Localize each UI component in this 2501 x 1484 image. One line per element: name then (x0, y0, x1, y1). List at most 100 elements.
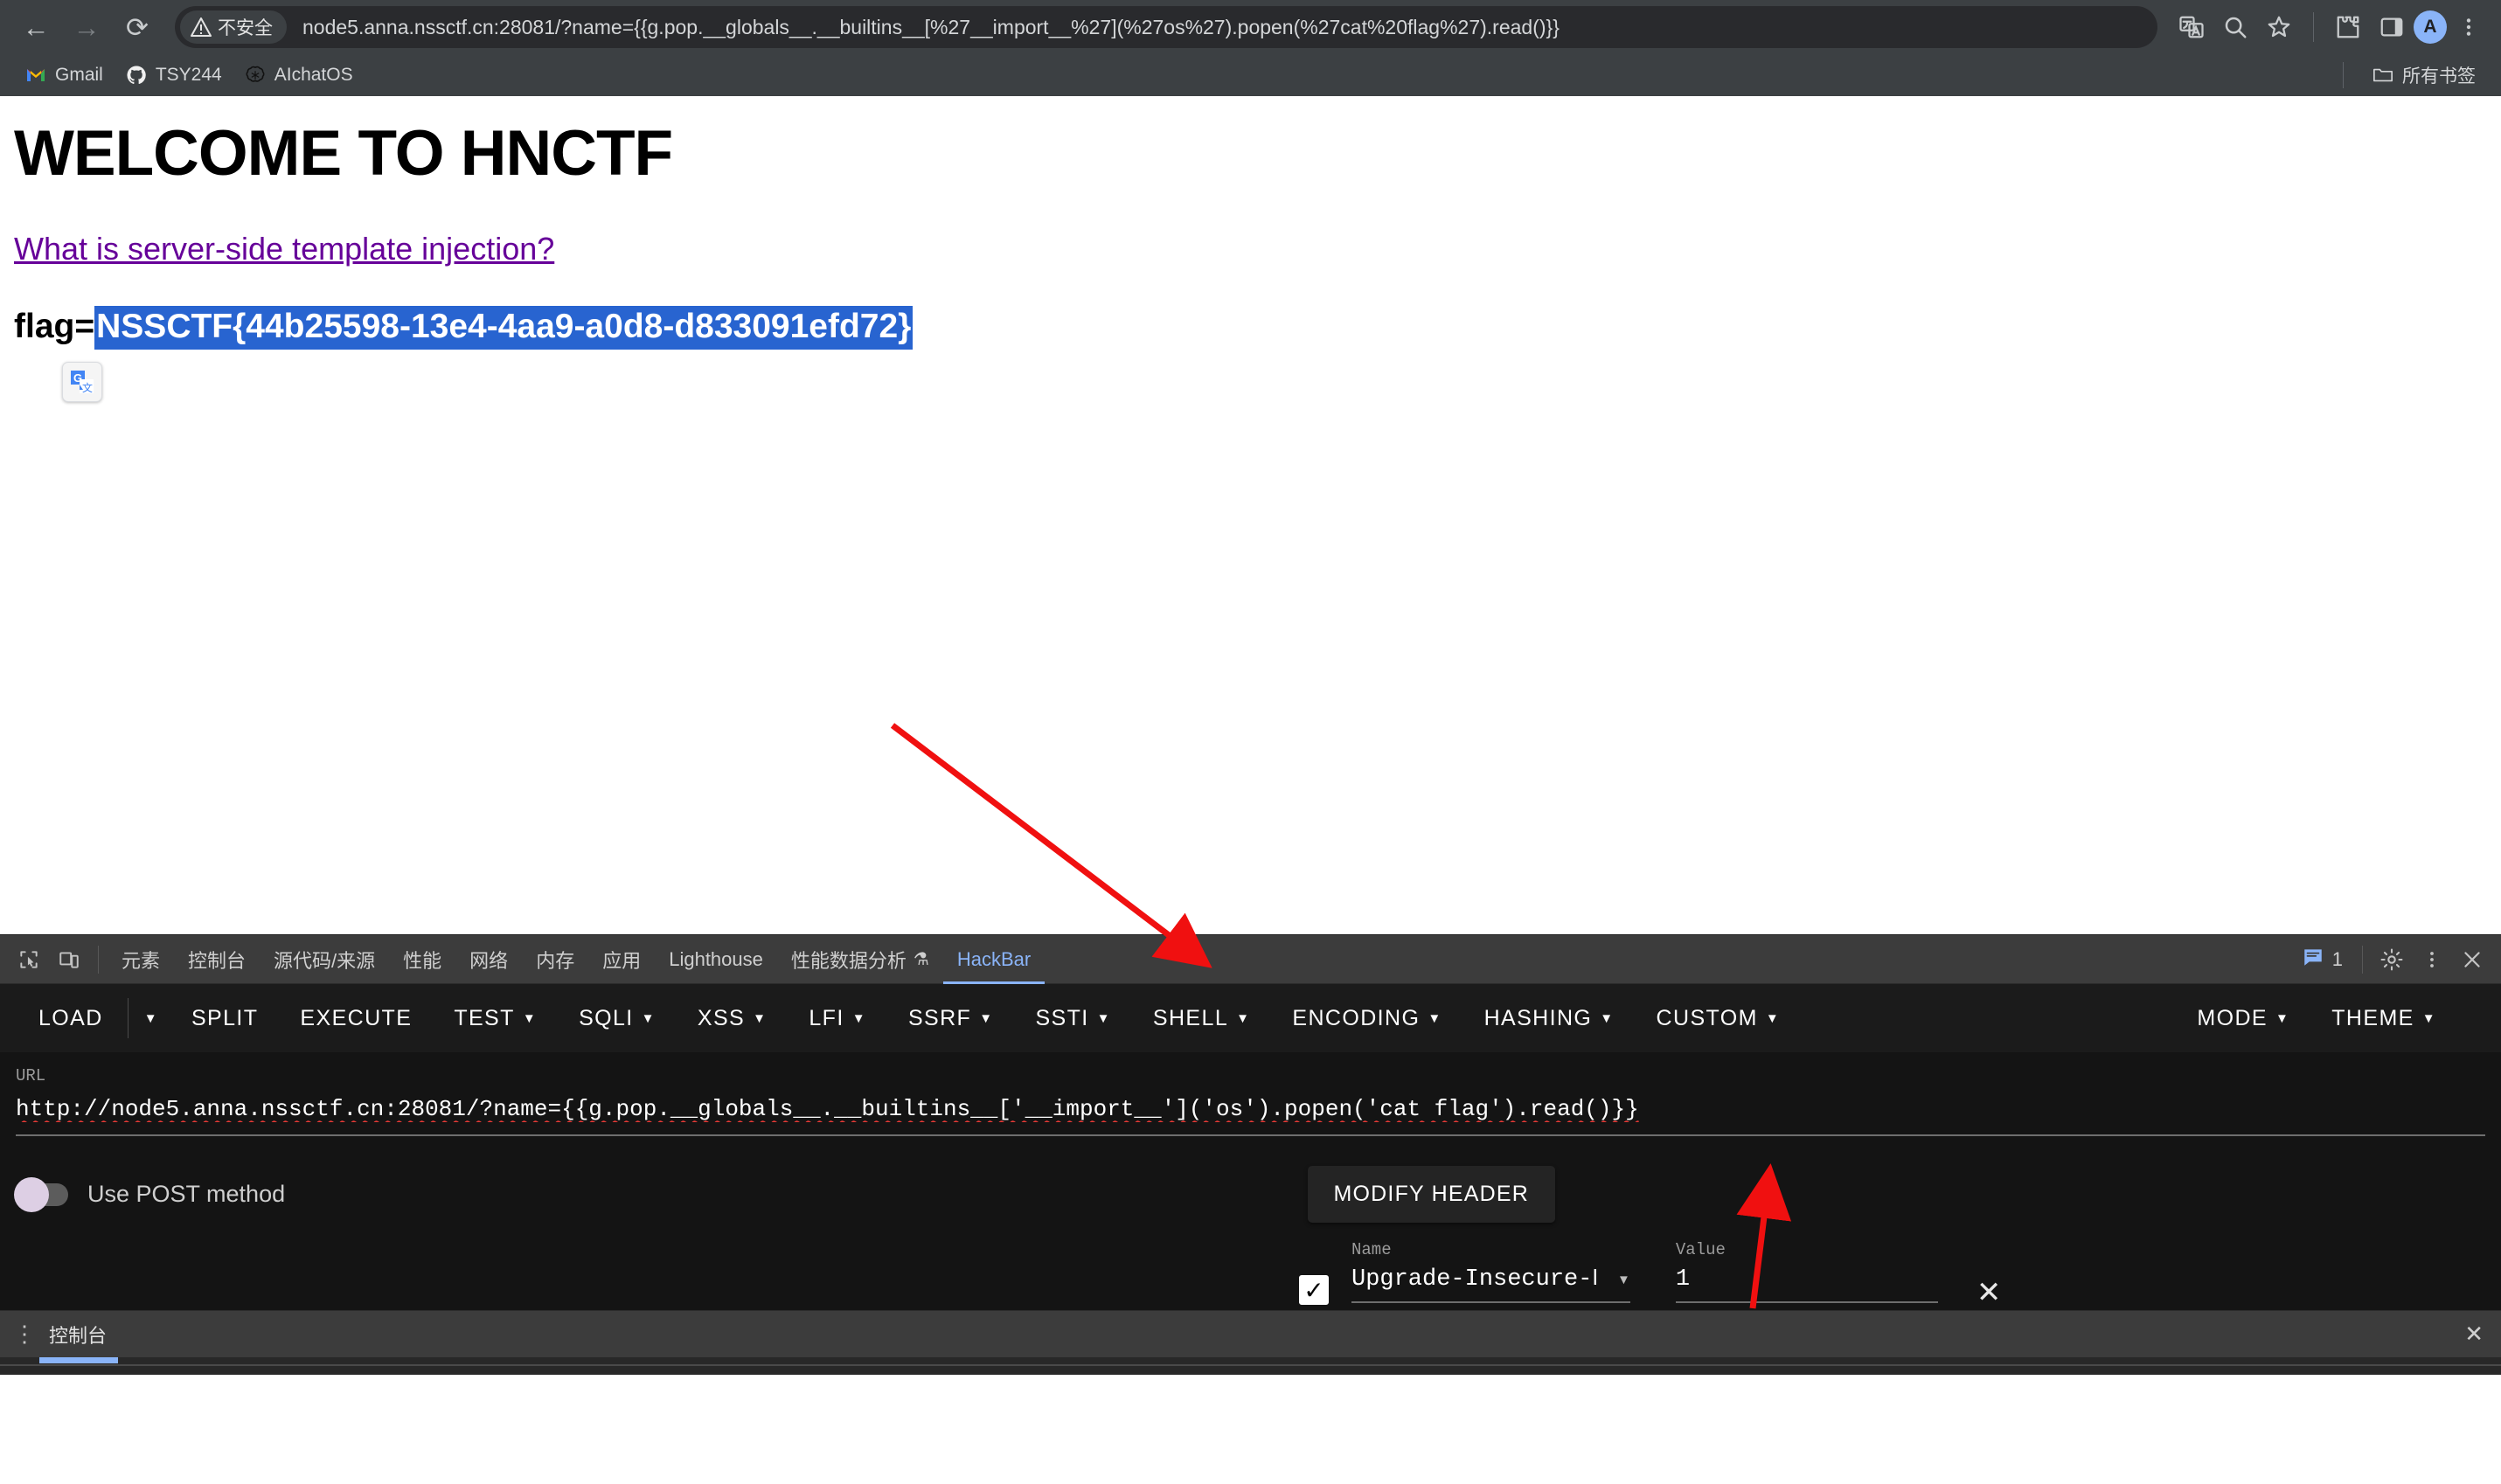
forward-button[interactable]: → (61, 2, 112, 52)
devtools-tabbar-right: 1 (2291, 940, 2492, 980)
tab-label: 网络 (469, 946, 508, 974)
back-button[interactable]: ← (10, 2, 61, 52)
hackbar-shell-button[interactable]: SHELL▼ (1132, 991, 1271, 1045)
zoom-search-icon[interactable] (2213, 5, 2257, 49)
header-value-input[interactable] (1676, 1266, 1938, 1293)
reload-button[interactable]: ⟳ (112, 2, 163, 52)
hackbar-sqli-button[interactable]: SQLI▼ (558, 991, 677, 1045)
button-label: THEME (2331, 1006, 2414, 1031)
tab-label: 性能 (403, 946, 441, 974)
hackbar-ssti-button[interactable]: SSTI ▼ (1014, 991, 1131, 1045)
tab-performance-insights[interactable]: 性能数据分析 ⚗ (777, 935, 943, 984)
url-field-label: URL (16, 1052, 2485, 1091)
google-translate-icon[interactable]: G 文 (62, 362, 102, 402)
load-split-divider (128, 998, 129, 1038)
tab-console[interactable]: 控制台 (174, 935, 260, 984)
device-toolbar-icon[interactable] (49, 940, 89, 980)
tab-elements[interactable]: 元素 (108, 935, 174, 984)
bookmark-gmail[interactable]: Gmail (14, 60, 115, 90)
chevron-down-icon: ▼ (523, 1012, 537, 1025)
toggle-knob (14, 1177, 49, 1212)
chevron-down-icon: ▼ (753, 1012, 767, 1025)
inspect-element-icon[interactable] (9, 940, 49, 980)
hackbar-load-dropdown[interactable]: ▼ (132, 991, 170, 1045)
drawer-more-icon[interactable]: ⋮ (12, 1328, 37, 1342)
ssti-reference-link[interactable]: What is server-side template injection? (14, 231, 554, 267)
hackbar-ssrf-button[interactable]: SSRF▼ (887, 991, 1015, 1045)
chrome-menu-icon[interactable] (2447, 5, 2491, 49)
tab-memory[interactable]: 内存 (522, 935, 588, 984)
hackbar-split-button[interactable]: SPLIT (170, 991, 279, 1045)
side-panel-icon[interactable] (2370, 5, 2414, 49)
devtools-panel: 元素 控制台 源代码/来源 性能 网络 内存 应用 Lighthouse 性能数… (0, 934, 2501, 1375)
address-bar[interactable]: 不安全 node5.anna.nssctf.cn:28081/?name={{g… (175, 6, 2157, 48)
tab-label: 性能数据分析 (791, 946, 907, 974)
header-name-input[interactable] (1351, 1266, 1596, 1293)
tab-application[interactable]: 应用 (588, 935, 655, 984)
bookmarks-bar: Gmail TSY244 AIchatOS (0, 54, 2501, 96)
console-drawer-content (0, 1357, 2501, 1375)
tab-label: 控制台 (188, 946, 246, 974)
remove-header-icon[interactable]: ✕ (1976, 1275, 2002, 1310)
bookmark-label: AIchatOS (274, 65, 353, 86)
button-label: XSS (698, 1006, 745, 1031)
bookmark-star-icon[interactable] (2257, 5, 2301, 49)
chevron-down-icon: ▼ (2422, 1012, 2436, 1025)
hackbar-load-button[interactable]: LOAD (17, 991, 124, 1045)
tab-network[interactable]: 网络 (455, 935, 522, 984)
translate-icon[interactable] (2170, 5, 2213, 49)
button-label: SSTI (1035, 1006, 1088, 1031)
console-message-badge[interactable]: 1 (2291, 946, 2353, 974)
chevron-down-icon: ▼ (979, 1012, 993, 1025)
gear-icon[interactable] (2372, 940, 2412, 980)
button-label: MODE (2197, 1006, 2268, 1031)
hackbar-lfi-button[interactable]: LFI▼ (788, 991, 887, 1045)
hackbar-test-button[interactable]: TEST▼ (433, 991, 558, 1045)
drawer-close-icon[interactable]: ✕ (2464, 1321, 2489, 1348)
tab-label: 源代码/来源 (274, 946, 375, 974)
button-label: EXECUTE (300, 1006, 412, 1031)
drawer-strip-line (0, 1364, 2501, 1366)
chevron-down-icon[interactable]: ▼ (1617, 1273, 1630, 1286)
button-label: HASHING (1484, 1006, 1593, 1031)
tab-label: 应用 (602, 946, 641, 974)
profile-avatar[interactable]: A (2414, 10, 2447, 44)
chevron-down-icon: ▼ (1766, 1012, 1780, 1025)
bookmark-aichatos[interactable]: AIchatOS (233, 60, 365, 90)
tab-sources[interactable]: 源代码/来源 (260, 935, 389, 984)
hackbar-toolbar: LOAD ▼ SPLIT EXECUTE TEST▼ SQLI▼ XSS▼ LF… (0, 984, 2501, 1052)
header-enabled-checkbox[interactable]: ✓ (1299, 1275, 1329, 1305)
all-bookmarks-button[interactable]: 所有书签 (2361, 58, 2487, 93)
devtools-tabbar: 元素 控制台 源代码/来源 性能 网络 内存 应用 Lighthouse 性能数… (0, 935, 2501, 984)
hackbar-encoding-button[interactable]: ENCODING▼ (1271, 991, 1462, 1045)
button-label: LFI (809, 1006, 844, 1031)
bookmark-tsy244[interactable]: TSY244 (115, 60, 233, 90)
modify-header-button[interactable]: MODIFY HEADER (1308, 1166, 1556, 1223)
devtools-more-icon[interactable] (2412, 940, 2452, 980)
chevron-down-icon: ▼ (1600, 1012, 1614, 1025)
bookmark-label: Gmail (55, 65, 103, 86)
devtools-close-icon[interactable] (2452, 940, 2492, 980)
header-name-column: Name ▼ (1351, 1240, 1630, 1303)
github-icon (126, 65, 147, 86)
hackbar-custom-button[interactable]: CUSTOM▼ (1636, 991, 1802, 1045)
use-post-method-toggle[interactable] (19, 1183, 68, 1206)
url-input[interactable] (16, 1091, 2485, 1136)
hackbar-hashing-button[interactable]: HASHING ▼ (1463, 991, 1636, 1045)
tab-lighthouse[interactable]: Lighthouse (655, 935, 777, 984)
button-label: SQLI (579, 1006, 634, 1031)
tab-performance[interactable]: 性能 (389, 935, 455, 984)
header-name-label: Name (1351, 1240, 1630, 1259)
chevron-down-icon: ▼ (1097, 1012, 1111, 1025)
hackbar-theme-button[interactable]: THEME ▼ (2310, 991, 2457, 1045)
openai-icon (245, 65, 266, 86)
hackbar-execute-button[interactable]: EXECUTE (279, 991, 433, 1045)
tab-label: HackBar (957, 948, 1031, 971)
hackbar-xss-button[interactable]: XSS ▼ (677, 991, 788, 1045)
tab-hackbar[interactable]: HackBar (943, 935, 1045, 984)
drawer-tab-console[interactable]: 控制台 (49, 1321, 107, 1349)
hackbar-mode-button[interactable]: MODE▼ (2176, 991, 2310, 1045)
security-label: 不安全 (218, 14, 273, 40)
site-security-chip[interactable]: 不安全 (180, 10, 287, 44)
extensions-puzzle-icon[interactable] (2326, 5, 2370, 49)
